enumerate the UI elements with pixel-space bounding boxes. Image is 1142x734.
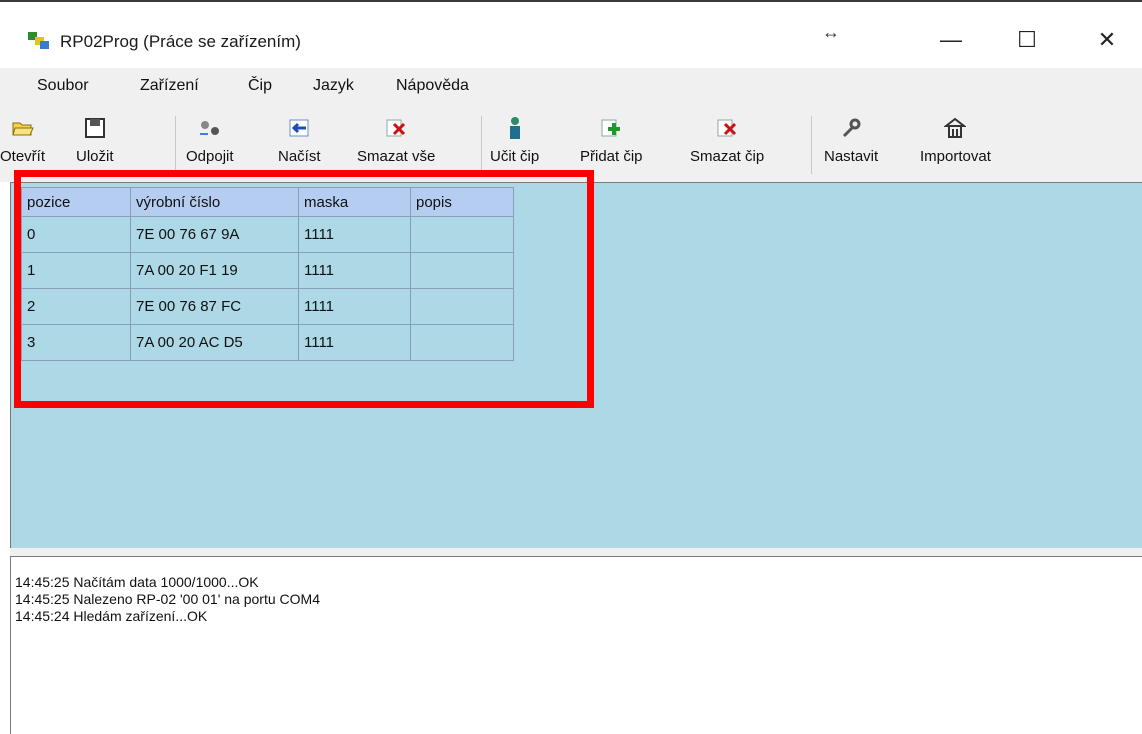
resize-cursor-icon: ↔ [822, 22, 840, 42]
disconnect-icon [197, 114, 223, 142]
menu-napoveda[interactable]: Nápověda [396, 77, 469, 95]
save-floppy-icon [82, 114, 108, 142]
open-button[interactable]: Otevřít [0, 114, 45, 165]
settings-wrench-icon [838, 114, 864, 142]
log-line: 14:45:24 Hledám zařízení...OK [15, 608, 208, 624]
add-chip-icon [598, 114, 624, 142]
log-line: 14:45:25 Načítám data 1000/1000...OK [15, 574, 259, 590]
delete-all-icon [383, 114, 409, 142]
teach-chip-label: Učit čip [490, 148, 540, 165]
delete-chip-label: Smazat čip [690, 148, 765, 165]
open-folder-icon [10, 114, 36, 142]
log-line: 14:45:25 Nalezeno RP-02 '00 01' na portu… [15, 591, 320, 607]
teach-chip-icon [502, 114, 528, 142]
maximize-button[interactable]: ☐ [1004, 20, 1050, 60]
menu-zarizeni[interactable]: Zařízení [140, 77, 199, 95]
save-label: Uložit [76, 148, 114, 165]
teach-chip-button[interactable]: Učit čip [490, 114, 539, 165]
delete-all-label: Smazat vše [357, 148, 436, 165]
log-panel: 14:45:25 Načítám data 1000/1000...OK 14:… [10, 556, 1142, 734]
menu-cip[interactable]: Čip [248, 77, 272, 95]
import-icon [942, 114, 968, 142]
add-chip-button[interactable]: Přidat čip [580, 114, 643, 165]
delete-chip-icon [714, 114, 740, 142]
disconnect-button[interactable]: Odpojit [186, 114, 234, 165]
close-button[interactable]: ✕ [1084, 20, 1130, 60]
menu-bar: Soubor Zařízení Čip Jazyk Nápověda [0, 68, 1142, 106]
settings-label: Nastavit [824, 148, 879, 165]
import-label: Importovat [920, 148, 991, 165]
window-title: RP02Prog (Práce se zařízením) [60, 32, 301, 51]
menu-jazyk[interactable]: Jazyk [313, 77, 354, 95]
add-chip-label: Přidat čip [580, 148, 643, 165]
disconnect-label: Odpojit [186, 148, 234, 165]
highlight-annotation-box [14, 170, 594, 408]
import-button[interactable]: Importovat [920, 114, 991, 165]
app-icon [28, 32, 49, 49]
save-button[interactable]: Uložit [76, 114, 114, 165]
title-bar: RP02Prog (Práce se zařízením) ↔ — ☐ ✕ [0, 2, 1142, 68]
open-label: Otevřít [0, 148, 46, 165]
toolbar-separator [481, 116, 482, 174]
minimize-button[interactable]: — [928, 20, 974, 60]
toolbar-separator [811, 116, 812, 174]
panel-splitter[interactable] [10, 548, 1142, 556]
delete-chip-button[interactable]: Smazat čip [690, 114, 764, 165]
toolbar-separator [175, 116, 176, 174]
menu-soubor[interactable]: Soubor [37, 77, 89, 95]
load-button[interactable]: Načíst [278, 114, 321, 165]
load-label: Načíst [278, 148, 321, 165]
settings-button[interactable]: Nastavit [824, 114, 878, 165]
delete-all-button[interactable]: Smazat vše [357, 114, 435, 165]
load-arrow-icon [286, 114, 312, 142]
